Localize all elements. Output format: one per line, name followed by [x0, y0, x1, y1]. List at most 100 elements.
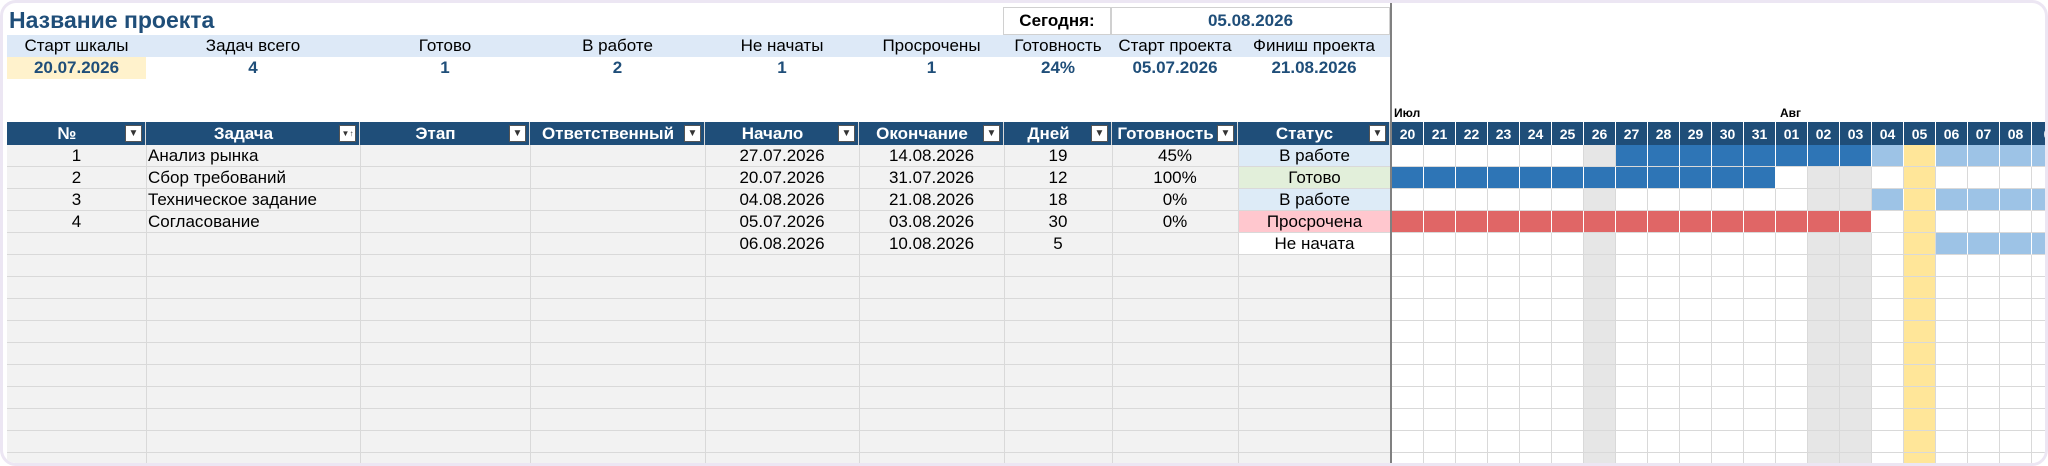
gantt-cell[interactable]	[1584, 255, 1616, 277]
gantt-cell[interactable]	[1392, 255, 1424, 277]
gantt-cell[interactable]	[1680, 189, 1712, 211]
gantt-bar-segment-done[interactable]	[1680, 167, 1712, 189]
filter-dropdown-icon[interactable]: ▼	[684, 125, 701, 142]
gantt-bar-segment-done[interactable]	[1712, 167, 1744, 189]
gantt-cell[interactable]	[1552, 299, 1584, 321]
gantt-cell[interactable]	[1840, 453, 1872, 463]
gantt-cell[interactable]	[1904, 453, 1936, 463]
gantt-bar-segment-late[interactable]	[1488, 211, 1520, 233]
gantt-cell[interactable]	[1584, 387, 1616, 409]
gantt-cell[interactable]	[1552, 321, 1584, 343]
gantt-bar-segment-late[interactable]	[1424, 211, 1456, 233]
gantt-cell[interactable]	[1680, 409, 1712, 431]
gantt-cell[interactable]	[1712, 255, 1744, 277]
cell-task[interactable]: Техническое задание	[146, 189, 360, 211]
gantt-cell[interactable]	[1616, 365, 1648, 387]
cell-start[interactable]: 20.07.2026	[705, 167, 859, 189]
gantt-cell[interactable]	[2032, 409, 2045, 431]
gantt-cell[interactable]	[1872, 233, 1904, 255]
gantt-cell[interactable]	[1936, 321, 1968, 343]
gantt-cell[interactable]	[1552, 409, 1584, 431]
gantt-cell[interactable]	[2032, 321, 2045, 343]
gantt-bar-segment-todo[interactable]	[1968, 189, 2000, 211]
gantt-cell[interactable]	[1488, 299, 1520, 321]
gantt-cell[interactable]	[1584, 321, 1616, 343]
gantt-cell[interactable]	[1936, 387, 1968, 409]
gantt-cell[interactable]	[1392, 321, 1424, 343]
gantt-bar-segment-late[interactable]	[1616, 211, 1648, 233]
gantt-cell[interactable]	[2032, 365, 2045, 387]
gantt-cell[interactable]	[1520, 387, 1552, 409]
cell-progress[interactable]: 0%	[1112, 189, 1238, 211]
gantt-cell[interactable]	[1584, 453, 1616, 463]
gantt-bar-segment-done[interactable]	[1616, 145, 1648, 167]
status-badge[interactable]: Просрочена	[1239, 211, 1390, 232]
gantt-cell[interactable]	[1392, 145, 1424, 167]
gantt-cell[interactable]	[1648, 343, 1680, 365]
cell-owner[interactable]	[530, 211, 705, 233]
gantt-cell[interactable]	[1616, 255, 1648, 277]
filter-dropdown-icon[interactable]: ▼	[1091, 125, 1108, 142]
gantt-cell[interactable]	[1648, 299, 1680, 321]
gantt-cell[interactable]	[1488, 431, 1520, 453]
gantt-cell[interactable]	[2000, 431, 2032, 453]
gantt-cell[interactable]	[1872, 321, 1904, 343]
gantt-bar-segment-late[interactable]	[1808, 211, 1840, 233]
gantt-cell[interactable]	[1456, 387, 1488, 409]
gantt-cell[interactable]	[1584, 145, 1616, 167]
gantt-cell[interactable]	[1968, 211, 2000, 233]
gantt-cell[interactable]	[1488, 277, 1520, 299]
gantt-bar-segment-late[interactable]	[1712, 211, 1744, 233]
cell-end[interactable]: 21.08.2026	[859, 189, 1004, 211]
gantt-cell[interactable]	[1680, 277, 1712, 299]
gantt-cell[interactable]	[1424, 365, 1456, 387]
gantt-cell[interactable]	[1424, 387, 1456, 409]
summary-value-6[interactable]: 24%	[1004, 57, 1112, 79]
gantt-bar-segment-todo[interactable]	[1872, 189, 1904, 211]
gantt-cell[interactable]	[1520, 409, 1552, 431]
gantt-cell[interactable]	[1968, 409, 2000, 431]
gantt-cell[interactable]	[1680, 233, 1712, 255]
gantt-cell[interactable]	[1520, 299, 1552, 321]
gantt-cell[interactable]	[1488, 387, 1520, 409]
gantt-cell[interactable]	[1904, 211, 1936, 233]
cell-start[interactable]: 06.08.2026	[705, 233, 859, 255]
gantt-cell[interactable]	[1840, 365, 1872, 387]
gantt-cell[interactable]	[1776, 255, 1808, 277]
gantt-cell[interactable]	[1872, 365, 1904, 387]
today-value[interactable]: 05.08.2026	[1111, 7, 1390, 35]
summary-value-4[interactable]: 1	[705, 57, 859, 79]
gantt-cell[interactable]	[1744, 453, 1776, 463]
gantt-cell[interactable]	[1456, 321, 1488, 343]
gantt-cell[interactable]	[1840, 387, 1872, 409]
gantt-cell[interactable]	[1584, 189, 1616, 211]
project-title[interactable]: Название проекта	[9, 7, 214, 34]
gantt-cell[interactable]	[1552, 453, 1584, 463]
gantt-cell[interactable]	[1808, 431, 1840, 453]
status-badge[interactable]: В работе	[1239, 145, 1390, 166]
gantt-cell[interactable]	[1904, 277, 1936, 299]
gantt-cell[interactable]	[1744, 277, 1776, 299]
gantt-cell[interactable]	[1808, 167, 1840, 189]
gantt-cell[interactable]	[1808, 365, 1840, 387]
gantt-cell[interactable]	[1840, 431, 1872, 453]
gantt-cell[interactable]	[1392, 387, 1424, 409]
gantt-bar-segment-done[interactable]	[1648, 145, 1680, 167]
gantt-cell[interactable]	[1488, 255, 1520, 277]
gantt-cell[interactable]	[1968, 365, 2000, 387]
gantt-cell[interactable]	[1616, 387, 1648, 409]
gantt-cell[interactable]	[1424, 409, 1456, 431]
gantt-cell[interactable]	[1392, 233, 1424, 255]
gantt-cell[interactable]	[1904, 387, 1936, 409]
gantt-cell[interactable]	[1712, 431, 1744, 453]
gantt-bar-segment-done[interactable]	[1488, 167, 1520, 189]
gantt-cell[interactable]	[1776, 277, 1808, 299]
gantt-cell[interactable]	[1648, 365, 1680, 387]
gantt-cell[interactable]	[1776, 233, 1808, 255]
gantt-cell[interactable]	[1616, 431, 1648, 453]
gantt-cell[interactable]	[1872, 299, 1904, 321]
gantt-bar-segment-todo[interactable]	[1936, 189, 1968, 211]
gantt-cell[interactable]	[2000, 409, 2032, 431]
gantt-cell[interactable]	[1840, 255, 1872, 277]
gantt-bar-segment-todo[interactable]	[1936, 145, 1968, 167]
